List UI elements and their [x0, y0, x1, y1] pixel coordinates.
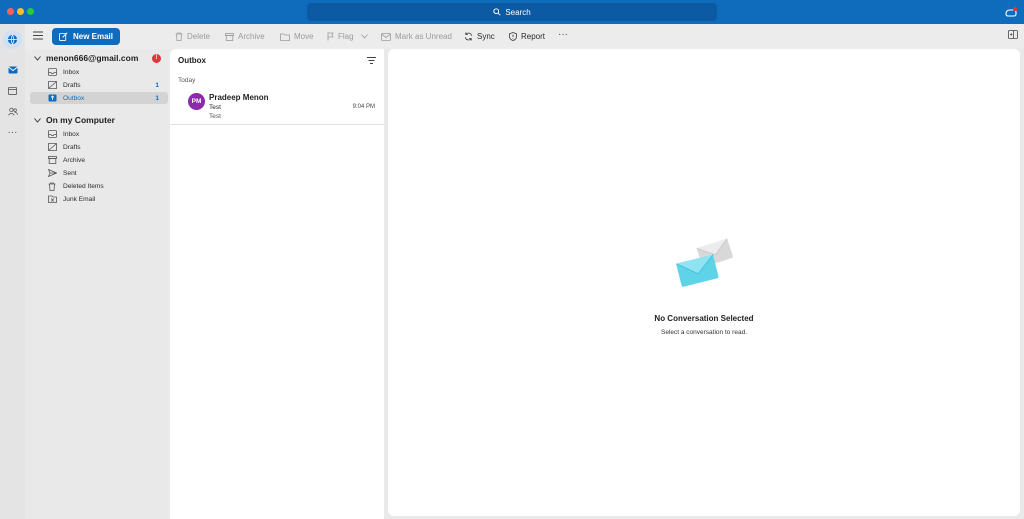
zoom-window-button[interactable] — [27, 8, 34, 15]
local-folder-archive[interactable]: Archive — [30, 154, 168, 166]
rail-globe-button[interactable] — [3, 30, 22, 49]
local-folder-deleted-items[interactable]: Deleted Items — [30, 180, 168, 192]
message-list: Outbox Today PM Pradeep Menon Test Test … — [170, 49, 384, 519]
date-group-label: Today — [178, 77, 196, 84]
folder-label: Inbox — [63, 130, 80, 138]
send-icon — [48, 169, 57, 177]
folder-drafts[interactable]: Drafts 1 — [30, 79, 168, 91]
account-name: menon666@gmail.com — [46, 53, 139, 63]
flag-icon — [327, 32, 334, 41]
flag-button[interactable]: Flag — [327, 30, 368, 43]
local-folder-drafts[interactable]: Drafts — [30, 141, 168, 153]
envelopes-illustration-icon — [675, 237, 735, 297]
move-button[interactable]: Move — [280, 30, 314, 43]
new-email-button[interactable]: New Email — [52, 28, 120, 45]
close-window-button[interactable] — [7, 8, 14, 15]
envelope-icon — [381, 32, 391, 41]
folder-move-icon — [280, 33, 290, 41]
message-item[interactable]: PM Pradeep Menon Test Test 9:04 PM — [170, 89, 384, 125]
empty-state-title: No Conversation Selected — [654, 314, 754, 323]
rail-more-button[interactable]: ··· — [3, 123, 22, 142]
copilot-icon[interactable] — [1004, 5, 1018, 19]
report-label: Report — [521, 32, 546, 41]
avatar: PM — [188, 93, 205, 110]
reading-pane-toggle-icon[interactable] — [1008, 30, 1018, 39]
folder-label: Drafts — [63, 143, 81, 151]
search-bar[interactable]: Search — [307, 3, 717, 21]
chevron-down-icon[interactable] — [34, 55, 41, 61]
folder-label: Junk Email — [63, 195, 96, 203]
sync-button[interactable]: Sync — [464, 30, 495, 43]
people-icon — [7, 107, 18, 116]
filter-icon[interactable] — [367, 57, 376, 64]
chevron-down-icon[interactable] — [360, 34, 368, 39]
drafts-icon — [48, 81, 57, 89]
rail-people-button[interactable] — [3, 102, 22, 121]
minimize-window-button[interactable] — [17, 8, 24, 15]
folder-label: Archive — [63, 156, 85, 164]
compose-icon — [59, 32, 68, 41]
search-label: Search — [505, 7, 531, 17]
folder-outbox[interactable]: Outbox 1 — [30, 92, 168, 104]
local-folders-header[interactable]: On my Computer — [25, 113, 170, 127]
more-actions-button[interactable]: ··· — [558, 29, 568, 40]
move-label: Move — [294, 32, 314, 41]
toolbar: New Email Delete Archive Move Flag Mark … — [25, 24, 1024, 49]
message-preview: Test — [209, 113, 221, 120]
folder-label: Drafts — [63, 81, 81, 89]
archive-icon — [225, 32, 234, 41]
globe-icon — [7, 34, 18, 45]
message-subject: Test — [209, 104, 221, 111]
app-rail: ··· — [0, 24, 25, 519]
folder-label: Outbox — [63, 94, 85, 102]
reading-pane: No Conversation Selected Select a conver… — [388, 49, 1020, 516]
folder-inbox[interactable]: Inbox — [30, 66, 168, 78]
sync-icon — [464, 32, 473, 41]
new-email-label: New Email — [72, 32, 113, 41]
rail-calendar-button[interactable] — [3, 81, 22, 100]
archive-icon — [48, 156, 57, 164]
calendar-icon — [8, 86, 17, 95]
folder-pane: menon666@gmail.com ! Inbox Drafts 1 Outb… — [25, 49, 170, 519]
local-folder-inbox[interactable]: Inbox — [30, 128, 168, 140]
folder-label: Sent — [63, 169, 77, 177]
message-time: 9:04 PM — [352, 104, 375, 110]
junk-icon — [48, 195, 57, 203]
mail-icon — [7, 66, 18, 74]
local-folder-junk-email[interactable]: Junk Email — [30, 193, 168, 205]
delete-button[interactable]: Delete — [175, 30, 210, 43]
flag-label: Flag — [338, 32, 354, 41]
account-alert-badge[interactable]: ! — [152, 53, 161, 63]
account-header[interactable]: menon666@gmail.com ! — [25, 51, 170, 65]
title-bar: Search — [0, 0, 1024, 24]
delete-label: Delete — [187, 32, 211, 41]
rail-mail-button[interactable] — [3, 60, 22, 79]
message-sender: Pradeep Menon — [209, 93, 269, 102]
local-folders-name: On my Computer — [46, 115, 115, 125]
folder-label: Inbox — [63, 68, 80, 76]
mark-as-unread-label: Mark as Unread — [395, 32, 452, 41]
folder-count: 1 — [155, 81, 159, 89]
sync-label: Sync — [477, 32, 495, 41]
archive-label: Archive — [238, 32, 265, 41]
inbox-icon — [48, 130, 57, 138]
search-icon — [493, 8, 501, 16]
report-button[interactable]: Report — [509, 30, 545, 43]
drafts-icon — [48, 143, 57, 151]
local-folder-sent[interactable]: Sent — [30, 167, 168, 179]
inbox-icon — [48, 68, 57, 76]
empty-state-subtitle: Select a conversation to read. — [661, 329, 747, 336]
mark-as-unread-button[interactable]: Mark as Unread — [381, 30, 452, 43]
folder-count: 1 — [155, 94, 159, 102]
trash-icon — [48, 182, 56, 191]
folder-label: Deleted Items — [63, 182, 104, 190]
menu-icon[interactable] — [33, 31, 43, 40]
archive-button[interactable]: Archive — [225, 30, 265, 43]
shield-icon — [509, 32, 517, 41]
message-list-title: Outbox — [178, 56, 206, 65]
outbox-icon — [48, 94, 57, 102]
chevron-down-icon[interactable] — [34, 117, 41, 123]
trash-icon — [175, 32, 183, 41]
